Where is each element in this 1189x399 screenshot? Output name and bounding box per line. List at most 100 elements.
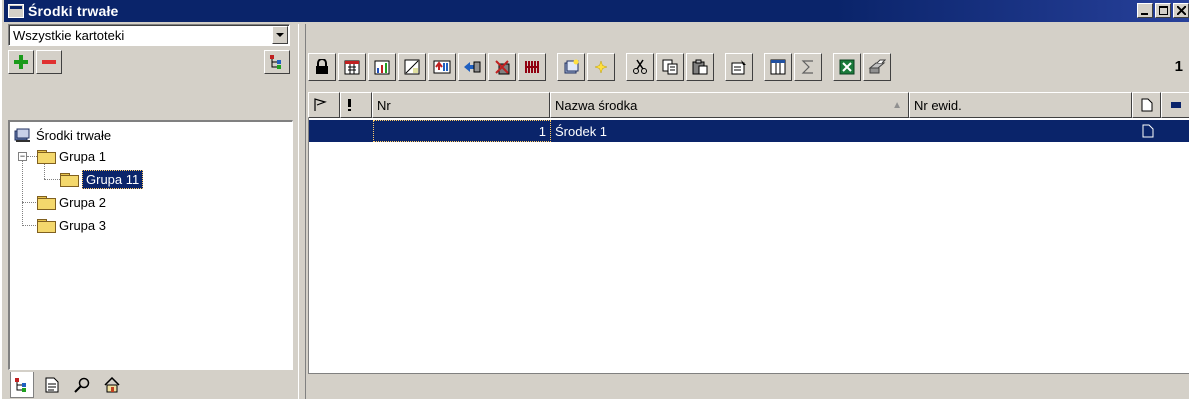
fixed-assets-icon xyxy=(14,128,30,142)
folder-icon xyxy=(37,218,56,233)
document-icon xyxy=(1142,124,1153,138)
register-combobox[interactable]: Wszystkie kartoteki xyxy=(8,24,290,46)
tree-structure-icon xyxy=(270,55,281,69)
tab-document[interactable] xyxy=(40,373,64,397)
chevron-down-icon xyxy=(276,32,284,37)
calendar-icon xyxy=(344,60,360,75)
barcode-button[interactable] xyxy=(518,53,546,81)
transfer-button[interactable] xyxy=(458,53,486,81)
columns-icon xyxy=(770,59,786,75)
tree-root-node[interactable]: Środki trwałe xyxy=(14,125,111,145)
folder-icon xyxy=(37,195,56,210)
star-icon xyxy=(594,60,608,74)
flag-icon xyxy=(314,98,327,111)
add-group-button[interactable] xyxy=(8,50,34,74)
remove-group-button[interactable] xyxy=(36,50,62,74)
column-header-name-label: Nazwa środka xyxy=(555,97,638,113)
tree-item-label: Grupa 2 xyxy=(59,194,106,210)
column-header-nr-ewid[interactable]: Nr ewid. xyxy=(909,92,1132,118)
cell-name[interactable]: Środek 1 xyxy=(551,120,910,142)
tree-item-grupa-11[interactable]: Grupa 11 xyxy=(60,169,144,189)
register-combobox-value: Wszystkie kartoteki xyxy=(13,27,125,43)
transfer-icon xyxy=(464,61,481,73)
depreciation-plan-button[interactable] xyxy=(398,53,426,81)
properties-icon xyxy=(731,60,746,75)
window-controls xyxy=(1137,3,1189,18)
tree-connector xyxy=(44,164,45,179)
calendar-button[interactable] xyxy=(338,53,366,81)
properties-button[interactable] xyxy=(725,53,753,81)
grid-body[interactable]: 1 Środek 1 xyxy=(308,118,1189,373)
lock-icon xyxy=(316,59,328,74)
cut-button[interactable] xyxy=(626,53,654,81)
schedule-icon xyxy=(404,59,420,75)
cell-flags xyxy=(309,120,373,142)
tree-item-label-selected: Grupa 11 xyxy=(82,169,144,189)
tree-root-label: Środki trwałe xyxy=(36,127,112,143)
main-toolbar xyxy=(308,48,1189,86)
liquidation-button[interactable] xyxy=(488,53,516,81)
combo-dropdown-button[interactable] xyxy=(272,26,288,44)
chart-button[interactable] xyxy=(368,53,396,81)
tree-item-grupa-2[interactable]: Grupa 2 xyxy=(37,192,106,212)
maximize-button[interactable] xyxy=(1155,3,1171,18)
excel-icon xyxy=(839,59,855,75)
tree-item-grupa-1[interactable]: Grupa 1 xyxy=(37,146,106,166)
group-tree[interactable]: Środki trwałe − Grupa 1 Grupa 11 Grupa 2… xyxy=(8,120,293,370)
tree-connector xyxy=(22,156,23,226)
sort-ascending-icon: ▲ xyxy=(892,99,902,111)
printer-icon xyxy=(868,59,886,74)
maximize-icon xyxy=(1158,6,1168,15)
paste-button[interactable] xyxy=(686,53,714,81)
cell-nr[interactable]: 1 xyxy=(373,120,551,142)
window-title: Środki trwałe xyxy=(28,3,119,19)
export-excel-button[interactable] xyxy=(833,53,861,81)
tab-tree[interactable] xyxy=(10,372,34,398)
minimize-button[interactable] xyxy=(1137,3,1153,18)
new-star-button[interactable] xyxy=(587,53,615,81)
title-bar[interactable]: Środki trwałe xyxy=(4,0,1189,22)
column-header-nr[interactable]: Nr xyxy=(372,92,550,118)
column-header-name[interactable]: Nazwa środka ▲ xyxy=(550,92,909,118)
close-button[interactable] xyxy=(1173,3,1189,18)
tree-connector xyxy=(27,156,37,157)
minus-icon xyxy=(42,60,56,64)
column-header-priority[interactable] xyxy=(340,92,372,118)
liquidation-icon xyxy=(495,60,510,75)
close-icon xyxy=(1176,6,1186,15)
window-app-icon xyxy=(8,4,24,18)
sum-button[interactable] xyxy=(794,53,822,81)
tree-view-button[interactable] xyxy=(264,50,290,74)
column-header-document[interactable] xyxy=(1132,92,1161,118)
app-window: Środki trwałe Wszystkie kartoteki Środki… xyxy=(2,0,1189,399)
exclamation-icon xyxy=(348,99,351,111)
lock-button[interactable] xyxy=(308,53,336,81)
cell-nr-ewid[interactable] xyxy=(910,120,1133,142)
tree-connector xyxy=(22,202,38,203)
folder-open-icon xyxy=(60,172,79,187)
paste-icon xyxy=(692,59,708,75)
scissors-icon xyxy=(633,59,647,74)
record-count: 1 xyxy=(1174,58,1183,75)
print-button[interactable] xyxy=(863,53,891,81)
tree-structure-icon xyxy=(15,377,26,392)
copy-button[interactable] xyxy=(656,53,684,81)
home-icon xyxy=(104,377,120,393)
columns-button[interactable] xyxy=(764,53,792,81)
copy-icon xyxy=(662,59,678,75)
column-header-flag[interactable] xyxy=(308,92,340,118)
cell-document xyxy=(1133,120,1162,142)
tab-home[interactable] xyxy=(100,373,124,397)
tree-collapse-toggle[interactable]: − xyxy=(18,152,27,161)
tab-search[interactable] xyxy=(70,373,94,397)
search-icon xyxy=(74,377,90,393)
column-header-status[interactable] xyxy=(1161,92,1189,118)
new-asset-button[interactable] xyxy=(557,53,585,81)
table-row[interactable]: 1 Środek 1 xyxy=(309,120,1189,142)
sigma-icon xyxy=(801,60,813,74)
assets-grid: Nr Nazwa środka ▲ Nr ewid. 1 Środek 1 xyxy=(308,92,1189,399)
pane-splitter[interactable] xyxy=(298,24,306,399)
tree-item-grupa-3[interactable]: Grupa 3 xyxy=(37,215,106,235)
increase-value-button[interactable] xyxy=(428,53,456,81)
chart-icon xyxy=(374,60,390,75)
